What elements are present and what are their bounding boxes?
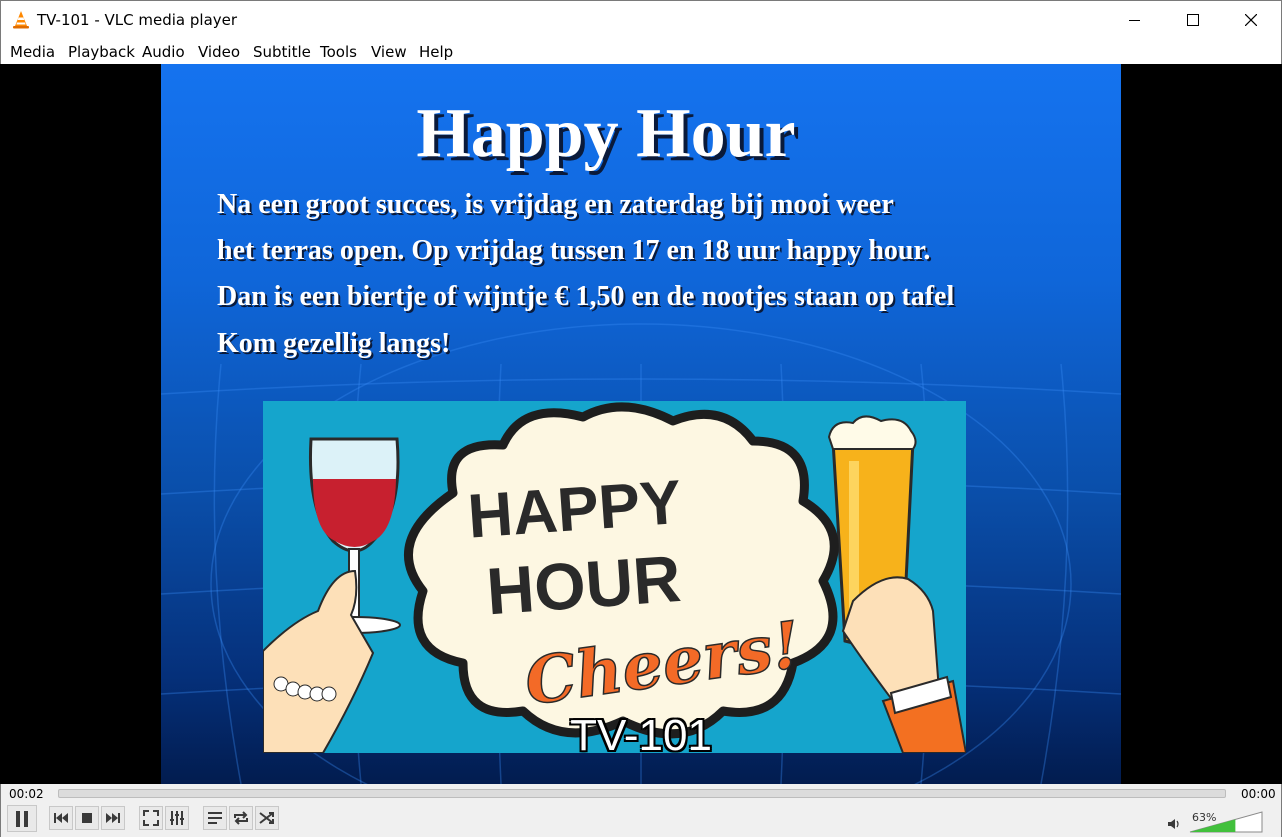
menu-tools[interactable]: Tools <box>320 43 357 61</box>
volume-slider[interactable] <box>1189 811 1263 833</box>
playlist-button[interactable] <box>203 806 227 830</box>
shuffle-button[interactable] <box>255 806 279 830</box>
slide-text-line: het terras open. Op vrijdag tussen 17 en… <box>217 235 931 266</box>
previous-button[interactable] <box>49 806 73 830</box>
happy-hour-illustration: HAPPY HOUR Cheers! <box>263 402 966 753</box>
next-button[interactable] <box>101 806 125 830</box>
fullscreen-icon <box>143 810 159 826</box>
next-icon <box>106 813 120 823</box>
menu-video[interactable]: Video <box>198 43 240 61</box>
menu-subtitle[interactable]: Subtitle <box>253 43 311 61</box>
window-title: TV-101 - VLC media player <box>37 11 238 29</box>
vlc-cone-icon <box>13 11 29 29</box>
seek-bar[interactable] <box>58 789 1226 798</box>
menu-audio[interactable]: Audio <box>142 43 185 61</box>
extended-settings-icon <box>170 811 184 825</box>
slide-text-line: Na een groot succes, is vrijdag en zater… <box>217 189 894 220</box>
control-bar: 00:02 00:00 63% <box>0 784 1282 837</box>
speaker-icon[interactable] <box>1167 818 1181 830</box>
fullscreen-button[interactable] <box>139 806 163 830</box>
stop-button[interactable] <box>75 806 99 830</box>
video-output[interactable]: Happy Hour Na een groot succes, is vrijd… <box>0 64 1282 784</box>
close-icon <box>1245 13 1257 26</box>
previous-icon <box>54 813 68 823</box>
minimize-icon <box>1129 19 1140 21</box>
pause-button[interactable] <box>7 805 37 832</box>
total-time[interactable]: 00:00 <box>1241 787 1276 801</box>
slide: Happy Hour Na een groot succes, is vrijd… <box>161 64 1121 784</box>
elapsed-time[interactable]: 00:02 <box>9 787 44 801</box>
title-bar: TV-101 - VLC media player <box>0 0 1282 38</box>
minimize-button[interactable] <box>1106 1 1164 38</box>
menu-bar: Media Playback Audio Video Subtitle Tool… <box>0 38 1282 64</box>
slide-text-line: Dan is een biertje of wijntje € 1,50 en … <box>217 281 955 312</box>
extended-settings-button[interactable] <box>165 806 189 830</box>
slide-title: Happy Hour <box>416 95 796 172</box>
loop-icon <box>234 811 248 825</box>
picture-text-hour: HOUR <box>484 541 683 628</box>
shuffle-icon <box>259 812 274 824</box>
menu-playback[interactable]: Playback <box>68 43 135 61</box>
pause-icon <box>16 810 28 827</box>
close-button[interactable] <box>1222 1 1280 38</box>
maximize-icon <box>1187 13 1199 26</box>
loop-button[interactable] <box>229 806 253 830</box>
menu-help[interactable]: Help <box>419 43 453 61</box>
menu-media[interactable]: Media <box>10 43 55 61</box>
playlist-icon <box>208 812 222 824</box>
stop-icon <box>82 813 92 823</box>
video-subtitle: TV-101 <box>570 711 712 760</box>
menu-view[interactable]: View <box>371 43 407 61</box>
maximize-button[interactable] <box>1164 1 1222 38</box>
slide-text-line: Kom gezellig langs! <box>217 328 451 359</box>
happy-hour-picture: HAPPY HOUR Cheers! <box>263 401 966 753</box>
